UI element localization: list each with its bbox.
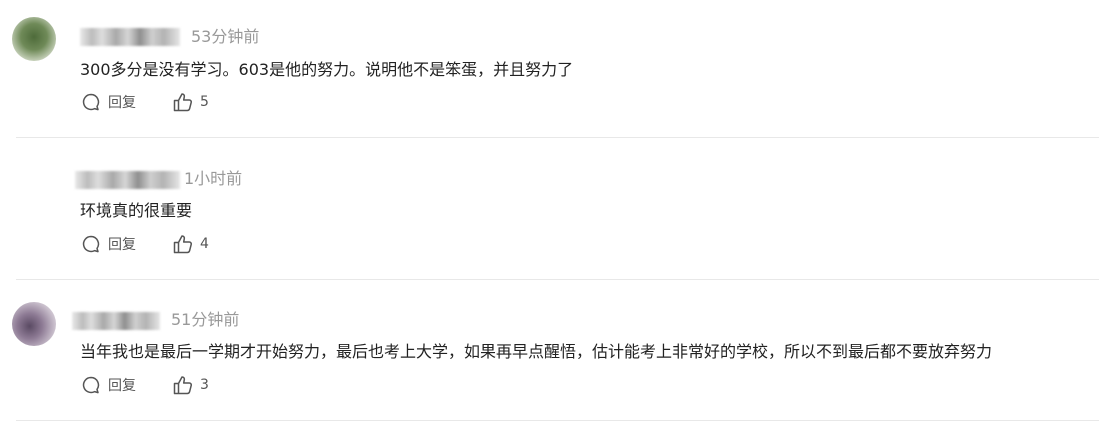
thumbs-up-icon	[172, 91, 194, 113]
comment-item: 53分钟前 300多分是没有学习。603是他的努力。说明他不是笨蛋，并且努力了 …	[0, 0, 1099, 138]
comment-bubble-icon	[80, 233, 102, 255]
like-button[interactable]: 5	[172, 91, 209, 113]
like-count: 3	[200, 377, 209, 393]
reply-button[interactable]: 回复	[80, 374, 172, 396]
like-button[interactable]: 3	[172, 374, 209, 396]
like-count: 4	[200, 236, 209, 252]
reply-label: 回复	[108, 95, 136, 111]
username-blurred[interactable]	[75, 171, 180, 189]
comment-text: 300多分是没有学习。603是他的努力。说明他不是笨蛋，并且努力了	[80, 60, 574, 79]
like-count: 5	[200, 94, 209, 110]
thumbs-up-icon	[172, 374, 194, 396]
comment-time: 51分钟前	[171, 310, 240, 329]
reply-button[interactable]: 回复	[80, 91, 172, 113]
reply-label: 回复	[108, 237, 136, 253]
comment-text: 环境真的很重要	[80, 201, 193, 220]
reply-button[interactable]: 回复	[80, 233, 172, 255]
username-blurred[interactable]	[72, 312, 160, 330]
username-blurred[interactable]	[80, 28, 180, 46]
divider	[16, 420, 1099, 421]
comment-actions: 回复 3	[80, 374, 209, 396]
comment-time: 53分钟前	[191, 27, 260, 46]
comment-actions: 回复 5	[80, 91, 209, 113]
comment-text: 当年我也是最后一学期才开始努力，最后也考上大学，如果再早点醒悟，估计能考上非常好…	[80, 342, 993, 361]
thumbs-up-icon	[172, 233, 194, 255]
comment-bubble-icon	[80, 374, 102, 396]
reply-label: 回复	[108, 378, 136, 394]
comment-bubble-icon	[80, 91, 102, 113]
avatar[interactable]	[12, 302, 56, 346]
comment-item: 1小时前 环境真的很重要 回复 4	[0, 138, 1099, 279]
avatar[interactable]	[12, 17, 56, 61]
comment-time: 1小时前	[184, 169, 243, 188]
comment-actions: 回复 4	[80, 233, 209, 255]
comment-item: 51分钟前 当年我也是最后一学期才开始努力，最后也考上大学，如果再早点醒悟，估计…	[0, 280, 1099, 422]
like-button[interactable]: 4	[172, 233, 209, 255]
